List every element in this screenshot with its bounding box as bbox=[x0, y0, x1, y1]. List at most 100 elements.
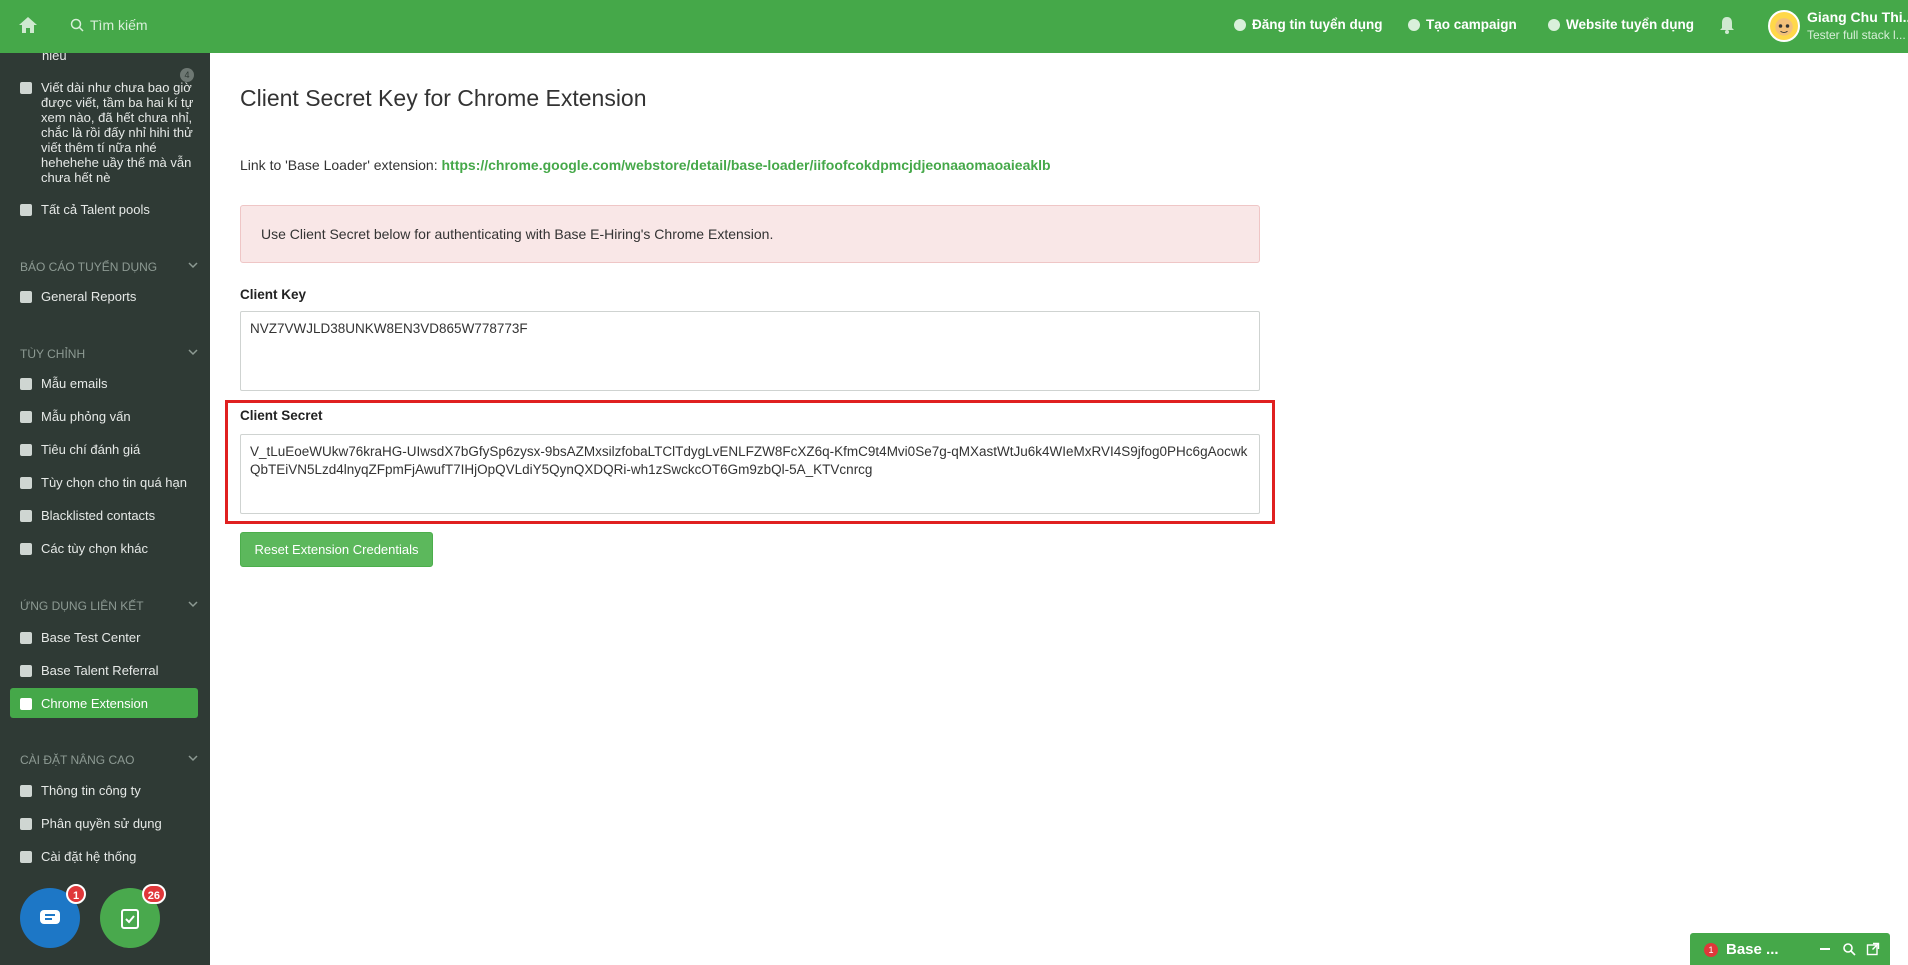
sidebar-item-chrome-extension[interactable]: Chrome Extension bbox=[10, 688, 198, 718]
dock-controls bbox=[1818, 942, 1880, 956]
plus-circle-icon bbox=[1234, 18, 1246, 31]
sidebar-item-label: Viết dài như chưa bao giờ được viết, tầm… bbox=[41, 80, 194, 185]
extension-link-line: Link to 'Base Loader' extension: https:/… bbox=[240, 157, 1051, 173]
sidebar-item-expired-options[interactable]: Tùy chọn cho tin quá hạn bbox=[20, 475, 187, 490]
talent-pool-icon bbox=[20, 82, 32, 94]
extension-store-link[interactable]: https://chrome.google.com/webstore/detai… bbox=[441, 157, 1050, 173]
section-title: ỨNG DỤNG LIÊN KẾT bbox=[20, 599, 144, 613]
sidebar-item-interview-templates[interactable]: Mẫu phỏng vấn bbox=[20, 409, 131, 424]
sidebar-item-label: Mẫu phỏng vấn bbox=[41, 409, 131, 424]
bell-icon[interactable] bbox=[1718, 15, 1736, 35]
chat-badge: 1 bbox=[66, 884, 86, 904]
search-icon bbox=[70, 18, 84, 32]
building-icon bbox=[20, 785, 32, 797]
career-site-link[interactable]: Website tuyển dụng bbox=[1548, 17, 1694, 32]
sidebar-item-blacklisted[interactable]: Blacklisted contacts bbox=[20, 508, 155, 523]
section-apps-header[interactable]: ỨNG DỤNG LIÊN KẾT bbox=[20, 599, 198, 613]
client-secret-field[interactable]: V_tLuEoeWUkw76kraHG-UIwsdX7bGfySp6zysx-9… bbox=[240, 434, 1260, 514]
sidebar-item-system-settings[interactable]: Cài đặt hệ thống bbox=[20, 849, 136, 864]
chat-fab-button[interactable]: 1 bbox=[20, 884, 86, 948]
envelope-icon bbox=[20, 378, 32, 390]
popout-icon[interactable] bbox=[1866, 942, 1880, 956]
sidebar-item-chrome-extension-content: Chrome Extension bbox=[20, 696, 148, 711]
info-alert: Use Client Secret below for authenticati… bbox=[240, 205, 1260, 263]
sidebar-item-evaluation-criteria[interactable]: Tiêu chí đánh giá bbox=[20, 442, 140, 457]
calendar-icon bbox=[20, 411, 32, 423]
sidebar-item-test-center[interactable]: Base Test Center bbox=[20, 630, 140, 645]
dock-badge: 1 bbox=[1704, 943, 1718, 957]
sidebar-item-label: General Reports bbox=[41, 289, 137, 304]
client-secret-label: Client Secret bbox=[240, 408, 323, 423]
user-role: Tester full stack l... bbox=[1807, 28, 1906, 42]
count-badge: 4 bbox=[180, 68, 194, 82]
external-link-icon bbox=[20, 698, 32, 710]
line-chart-icon bbox=[20, 291, 32, 303]
sidebar-item-label: Các tùy chọn khác bbox=[41, 541, 148, 556]
section-reports-header[interactable]: BÁO CÁO TUYỂN DỤNG bbox=[20, 260, 198, 274]
section-title: CÀI ĐẶT NÂNG CAO bbox=[20, 753, 135, 767]
sidebar-item-company-info[interactable]: Thông tin công ty bbox=[20, 783, 141, 798]
sidebar-item-label: Base Test Center bbox=[41, 630, 141, 645]
plus-circle-icon bbox=[1408, 18, 1420, 31]
minimize-icon[interactable] bbox=[1818, 942, 1832, 956]
create-campaign-label: Tạo campaign bbox=[1426, 17, 1517, 32]
search-placeholder: Tìm kiếm bbox=[90, 17, 148, 33]
globe-icon bbox=[1548, 18, 1560, 31]
folder-icon bbox=[20, 818, 32, 830]
chevron-down-icon bbox=[188, 601, 198, 608]
post-job-link[interactable]: Đăng tin tuyển dụng bbox=[1234, 17, 1383, 32]
clipboard-check-icon bbox=[121, 909, 139, 929]
chat-dock[interactable]: 1 Base ... bbox=[1690, 933, 1890, 965]
sidebar-item-label: Phân quyền sử dụng bbox=[41, 816, 162, 831]
sidebar-item-label: Thông tin công ty bbox=[41, 783, 141, 798]
sidebar-item-label: hiểu bbox=[42, 53, 67, 63]
checkbox-icon bbox=[20, 444, 32, 456]
sidebar: hiểu Viết dài như chưa bao giờ được viết… bbox=[0, 53, 210, 965]
search-icon[interactable] bbox=[1842, 942, 1856, 956]
client-key-label: Client Key bbox=[240, 287, 307, 302]
client-key-field[interactable]: NVZ7VWJLD38UNKW8EN3VD865W778773F bbox=[240, 311, 1260, 391]
task-badge: 26 bbox=[141, 884, 166, 904]
task-fab-button[interactable]: 26 bbox=[100, 884, 166, 948]
gear-icon bbox=[20, 851, 32, 863]
section-advanced-header[interactable]: CÀI ĐẶT NÂNG CAO bbox=[20, 753, 198, 767]
page-title: Client Secret Key for Chrome Extension bbox=[240, 85, 647, 111]
chevron-down-icon bbox=[188, 262, 198, 269]
create-campaign-link[interactable]: Tạo campaign bbox=[1408, 17, 1517, 32]
user-name[interactable]: Giang Chu Thi... bbox=[1807, 9, 1908, 25]
sidebar-item-all-talent-pools[interactable]: Tất cả Talent pools bbox=[20, 202, 150, 217]
chevron-down-icon bbox=[188, 755, 198, 762]
close-box-icon bbox=[20, 510, 32, 522]
hourglass-icon bbox=[20, 477, 32, 489]
external-link-icon bbox=[20, 665, 32, 677]
sidebar-item-truncated[interactable]: hiểu bbox=[42, 53, 67, 63]
section-title: TÙY CHỈNH bbox=[20, 347, 86, 361]
sidebar-item-label: Base Talent Referral bbox=[41, 663, 159, 678]
chat-icon bbox=[40, 910, 60, 924]
top-navbar: Tìm kiếm Đăng tin tuyển dụng Tạo campaig… bbox=[0, 0, 1908, 53]
sidebar-item-other-options[interactable]: Các tùy chọn khác bbox=[20, 541, 148, 556]
talent-pool-icon bbox=[20, 204, 32, 216]
sidebar-item-talent-referral[interactable]: Base Talent Referral bbox=[20, 663, 159, 678]
sidebar-item-label: Tiêu chí đánh giá bbox=[41, 442, 141, 457]
link-prefix: Link to 'Base Loader' extension: bbox=[240, 157, 438, 173]
post-job-label: Đăng tin tuyển dụng bbox=[1252, 17, 1383, 32]
sidebar-item-label: Mẫu emails bbox=[41, 376, 108, 391]
reset-credentials-button[interactable]: Reset Extension Credentials bbox=[240, 532, 433, 567]
sidebar-item-permissions[interactable]: Phân quyền sử dụng bbox=[20, 816, 162, 831]
home-icon[interactable] bbox=[18, 15, 38, 35]
sidebar-item-label: Chrome Extension bbox=[41, 696, 148, 711]
user-avatar[interactable] bbox=[1768, 10, 1800, 42]
section-title: BÁO CÁO TUYỂN DỤNG bbox=[20, 260, 158, 274]
sidebar-item-long-talent-pool[interactable]: Viết dài như chưa bao giờ được viết, tầm… bbox=[20, 80, 195, 185]
dock-title: Base ... bbox=[1726, 941, 1779, 958]
sidebar-item-general-reports[interactable]: General Reports bbox=[20, 289, 136, 304]
search-box[interactable]: Tìm kiếm bbox=[70, 17, 148, 33]
career-site-label: Website tuyển dụng bbox=[1566, 17, 1695, 32]
chevron-down-icon bbox=[188, 349, 198, 356]
section-custom-header[interactable]: TÙY CHỈNH bbox=[20, 347, 198, 361]
sidebar-item-email-templates[interactable]: Mẫu emails bbox=[20, 376, 107, 391]
main-content: Client Secret Key for Chrome Extension L… bbox=[210, 53, 1908, 965]
sidebar-item-label: Cài đặt hệ thống bbox=[41, 849, 137, 864]
external-link-icon bbox=[20, 632, 32, 644]
